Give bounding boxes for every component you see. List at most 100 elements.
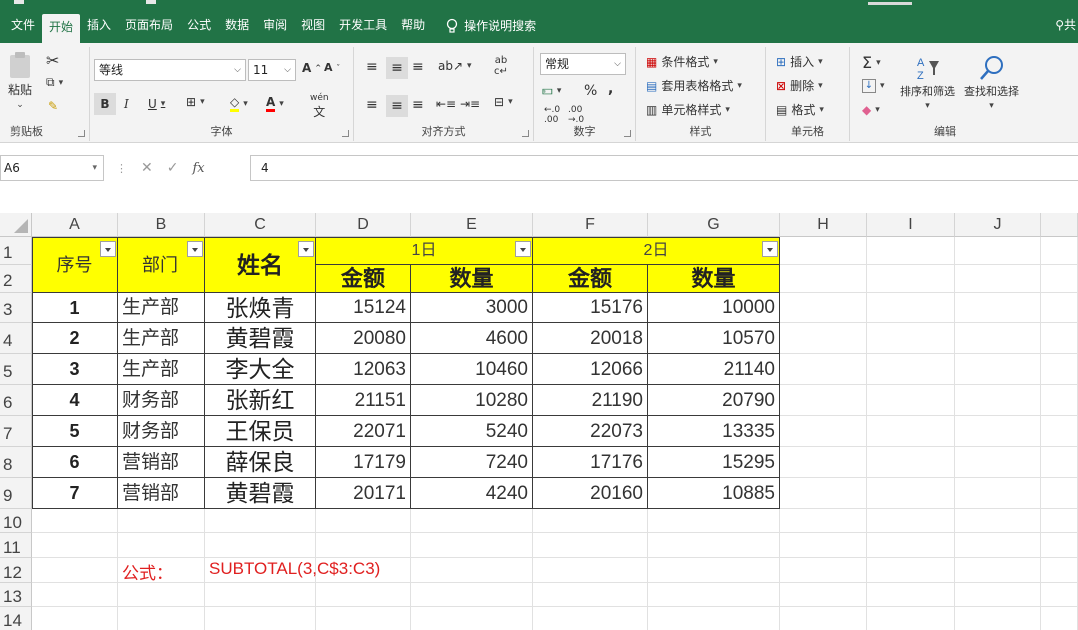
tell-me-search[interactable]: 操作说明搜索	[446, 17, 536, 34]
row-header-7[interactable]: 7	[0, 416, 32, 447]
cell-seq[interactable]: 6	[32, 447, 118, 478]
cell-seq[interactable]: 5	[32, 416, 118, 447]
filter-dropdown-button[interactable]	[298, 241, 314, 257]
cell-dept[interactable]: 财务部	[118, 416, 205, 447]
decrease-indent-button[interactable]: ⇤≡	[436, 97, 456, 111]
delete-cells-button[interactable]: ⊠ 删除 ▾	[776, 77, 823, 94]
row-header-3[interactable]: 3	[0, 293, 32, 323]
cell-dept[interactable]: 生产部	[118, 354, 205, 385]
column-header-g[interactable]: G	[648, 213, 780, 237]
border-button[interactable]: ⊞ ▾	[186, 95, 205, 109]
cell-seq[interactable]: 7	[32, 478, 118, 509]
phonetic-button[interactable]: wén 文	[310, 93, 329, 120]
conditional-format-button[interactable]: ▦ 条件格式 ▾	[646, 53, 718, 70]
filter-dropdown-button[interactable]	[515, 241, 531, 257]
row-header-13[interactable]: 13	[0, 583, 32, 607]
bold-button[interactable]: B	[94, 93, 116, 115]
header-day2-qty[interactable]: 数量	[648, 265, 780, 293]
formula-input[interactable]: 4	[250, 155, 1078, 181]
alignment-launcher[interactable]	[522, 130, 529, 137]
filter-dropdown-button[interactable]	[187, 241, 203, 257]
font-name-box[interactable]: 等线 ⌵	[94, 59, 246, 81]
fill-button[interactable]: ↓ ▾	[862, 79, 885, 93]
column-header-e[interactable]: E	[411, 213, 533, 237]
cell-day1-qty[interactable]: 5240	[411, 416, 533, 447]
cell-day2-amount[interactable]: 20160	[533, 478, 648, 509]
number-launcher[interactable]	[624, 130, 631, 137]
increase-indent-button[interactable]: ⇥≡	[460, 97, 480, 111]
header-day1-qty[interactable]: 数量	[411, 265, 533, 293]
cancel-icon[interactable]: ✕	[141, 160, 153, 176]
cell-day1-amount[interactable]: 15124	[316, 293, 411, 323]
tab-review[interactable]: 审阅	[256, 8, 294, 43]
cell-dept[interactable]: 财务部	[118, 385, 205, 416]
align-top-button[interactable]: ≡	[366, 59, 378, 75]
row-header-5[interactable]: 5	[0, 354, 32, 385]
insert-cells-button[interactable]: ⊞ 插入 ▾	[776, 53, 823, 70]
autosum-button[interactable]: Σ ▾	[862, 53, 881, 72]
row-header-4[interactable]: 4	[0, 323, 32, 354]
share-button[interactable]: ⚲共	[1055, 8, 1076, 43]
cell-name[interactable]: 薛保良	[205, 447, 316, 478]
name-box[interactable]: A6 ▾	[0, 155, 104, 181]
tab-page-layout[interactable]: 页面布局	[118, 8, 180, 43]
align-center-button[interactable]: ≡	[386, 95, 408, 117]
tab-home[interactable]: 开始	[42, 14, 81, 43]
orientation-button[interactable]: ab↗ ▾	[438, 59, 472, 73]
cell-day1-qty[interactable]: 4240	[411, 478, 533, 509]
cell-day2-amount[interactable]: 12066	[533, 354, 648, 385]
merge-center-button[interactable]: ⊟ ▾	[494, 95, 513, 109]
cell-day1-qty[interactable]: 7240	[411, 447, 533, 478]
row-header-11[interactable]: 11	[0, 533, 32, 558]
worksheet-grid[interactable]: A B C D E F G H I J 1 2 3 4 5 6 7 8 9 10 11 12 13 14 序号 部门 姓名 1日 2日金…	[0, 213, 1078, 630]
cell-seq[interactable]: 1	[32, 293, 118, 323]
cell-day2-qty[interactable]: 15295	[648, 447, 780, 478]
enter-icon[interactable]: ✓	[167, 160, 179, 176]
tab-view[interactable]: 视图	[294, 8, 332, 43]
column-header-i[interactable]: I	[867, 213, 955, 237]
fill-color-button[interactable]: ◇ ▾	[230, 95, 248, 112]
tab-insert[interactable]: 插入	[80, 8, 118, 43]
cell-dept[interactable]: 营销部	[118, 478, 205, 509]
cell-day2-qty[interactable]: 21140	[648, 354, 780, 385]
increase-decimal-button[interactable]: ←.0.00	[544, 105, 560, 125]
copy-icon[interactable]: ⧉ ▾	[46, 75, 63, 90]
column-header-c[interactable]: C	[205, 213, 316, 237]
font-color-button[interactable]: A ▾	[266, 95, 284, 112]
row-header-9[interactable]: 9	[0, 478, 32, 509]
row-header-10[interactable]: 10	[0, 509, 32, 533]
cell-dept[interactable]: 营销部	[118, 447, 205, 478]
cell-name[interactable]: 张焕青	[205, 293, 316, 323]
find-select-button[interactable]: 查找和选择 ▾	[964, 55, 1019, 111]
cell-day2-qty[interactable]: 10570	[648, 323, 780, 354]
column-header-f[interactable]: F	[533, 213, 648, 237]
cell-day1-amount[interactable]: 20080	[316, 323, 411, 354]
cell-dept[interactable]: 生产部	[118, 323, 205, 354]
header-day1-amount[interactable]: 金额	[316, 265, 411, 293]
cell-day1-amount[interactable]: 22071	[316, 416, 411, 447]
cell-day1-qty[interactable]: 4600	[411, 323, 533, 354]
format-painter-icon[interactable]: ✎	[48, 99, 58, 113]
row-header-2[interactable]: 2	[0, 265, 32, 293]
row-header-8[interactable]: 8	[0, 447, 32, 478]
format-as-table-button[interactable]: ▤ 套用表格格式 ▾	[646, 77, 742, 94]
italic-button[interactable]: I	[124, 97, 129, 111]
cell-day2-amount[interactable]: 22073	[533, 416, 648, 447]
save-icon[interactable]	[14, 0, 24, 4]
row-header-1[interactable]: 1	[0, 237, 32, 265]
tab-data[interactable]: 数据	[218, 8, 256, 43]
cell-seq[interactable]: 2	[32, 323, 118, 354]
decrease-decimal-button[interactable]: .00 →.0	[568, 105, 584, 125]
cell-day2-amount[interactable]: 15176	[533, 293, 648, 323]
cell-day1-amount[interactable]: 12063	[316, 354, 411, 385]
number-format-box[interactable]: 常规 ⌵	[540, 53, 626, 75]
cell-day2-qty[interactable]: 10000	[648, 293, 780, 323]
filter-dropdown-button[interactable]	[100, 241, 116, 257]
column-header-h[interactable]: H	[780, 213, 867, 237]
comma-button[interactable]: ,	[608, 81, 613, 97]
cell-day1-qty[interactable]: 3000	[411, 293, 533, 323]
align-bottom-button[interactable]: ≡	[412, 59, 424, 75]
align-right-button[interactable]: ≡	[412, 97, 424, 113]
grow-font-button[interactable]: A ^	[302, 61, 321, 75]
cut-icon[interactable]: ✂	[46, 51, 59, 70]
